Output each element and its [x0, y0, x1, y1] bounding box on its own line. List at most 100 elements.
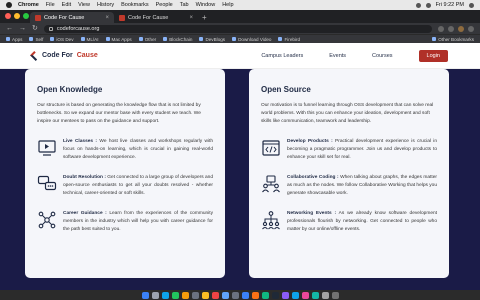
- downloads-icon[interactable]: [321, 291, 329, 299]
- bookmark-other-bookmarks[interactable]: Other Bookmarks: [432, 37, 474, 42]
- music-icon[interactable]: [211, 291, 219, 299]
- bookmark-ml-ai[interactable]: ML/AI: [80, 37, 99, 42]
- finder-icon[interactable]: [141, 291, 149, 299]
- bookmark-blockchain[interactable]: BlockChain: [163, 37, 192, 42]
- bookmark-devblogs[interactable]: DevBlogs: [199, 37, 225, 42]
- clock[interactable]: Fri 9:22 PM: [436, 2, 464, 8]
- nav-events[interactable]: Events: [329, 53, 346, 59]
- extension-icon[interactable]: [448, 25, 454, 32]
- figma-icon[interactable]: [301, 291, 309, 299]
- bookmark-other[interactable]: Other: [138, 37, 156, 42]
- profile-avatar[interactable]: [458, 25, 464, 32]
- bookmarks-bar: Apps Self iOS Dev ML/AI Mac Apps Other B…: [0, 34, 480, 43]
- nav-courses[interactable]: Courses: [372, 53, 392, 59]
- xcode-icon[interactable]: [291, 291, 299, 299]
- folder-icon: [29, 37, 34, 41]
- close-window-icon[interactable]: [5, 13, 11, 19]
- launchpad-icon[interactable]: [151, 291, 159, 299]
- messages-icon[interactable]: [171, 291, 179, 299]
- menu-edit[interactable]: Edit: [62, 2, 71, 8]
- slack-icon[interactable]: [281, 291, 289, 299]
- tab-title: Code For Cause: [128, 14, 169, 21]
- apple-icon[interactable]: [6, 2, 12, 8]
- card-title: Open Knowledge: [37, 85, 103, 94]
- logo-chevron-icon: [30, 50, 40, 61]
- menu-history[interactable]: History: [97, 2, 114, 8]
- reload-icon[interactable]: ↻: [32, 23, 38, 34]
- feature-text: Networking Events : As we already know s…: [287, 210, 437, 234]
- webpage: Code For Cause Campus Leaders Events Cou…: [0, 43, 480, 290]
- star-icon[interactable]: [438, 25, 444, 32]
- photos-icon[interactable]: [181, 291, 189, 299]
- logo-accent-text: Cause: [76, 52, 98, 59]
- status-area: Fri 9:22 PM: [415, 2, 474, 8]
- bookmark-label: Apps: [12, 36, 23, 42]
- terminal-icon[interactable]: [271, 291, 279, 299]
- menu-bookmarks[interactable]: Bookmarks: [121, 2, 149, 8]
- notes-icon[interactable]: [201, 291, 209, 299]
- back-icon[interactable]: ←: [6, 23, 13, 34]
- feature-text: Collaborative Coding : When talking abou…: [287, 174, 437, 198]
- menu-help[interactable]: Help: [222, 2, 233, 8]
- folder-icon: [232, 37, 237, 41]
- monitor-play-icon: [38, 140, 56, 156]
- feature-career-guidance: Career Guidance : Learn from the experie…: [37, 210, 213, 234]
- bookmark-download-video[interactable]: Download Video: [232, 37, 271, 42]
- nav-campus-leaders[interactable]: Campus Leaders: [261, 53, 303, 59]
- tab-strip: Code For Cause × Code For Cause × +: [0, 10, 480, 23]
- forward-icon[interactable]: →: [19, 23, 26, 34]
- feature-heading: Collaborative Coding :: [287, 175, 339, 180]
- trash-icon[interactable]: [331, 291, 339, 299]
- favicon-icon: [35, 14, 41, 21]
- lock-icon[interactable]: [48, 26, 53, 31]
- folder-icon: [432, 37, 437, 41]
- menu-people[interactable]: People: [156, 2, 173, 8]
- site-nav-links: Campus Leaders Events Courses Login: [261, 49, 448, 62]
- bookmark-label: iOS Dev: [56, 36, 74, 42]
- calendar-icon[interactable]: [191, 291, 199, 299]
- site-logo[interactable]: Code For Cause: [30, 50, 98, 61]
- url-text[interactable]: codeforcause.org: [57, 26, 100, 32]
- feature-doubt-resolution: Doubt Resolution : Get connected to a la…: [37, 174, 213, 198]
- settings-icon[interactable]: [231, 291, 239, 299]
- bookmark-apps[interactable]: Apps: [6, 37, 22, 42]
- battery-icon[interactable]: [425, 2, 431, 8]
- feature-text: Develop Products : Practical development…: [287, 138, 437, 162]
- address-bar[interactable]: codeforcause.org: [43, 24, 432, 33]
- bookmark-firebird[interactable]: Firebird: [278, 37, 300, 42]
- firefox-icon[interactable]: [251, 291, 259, 299]
- minimize-window-icon[interactable]: [14, 13, 20, 19]
- toolbar-extensions: [438, 25, 474, 32]
- feature-text: Doubt Resolution : Get connected to a la…: [63, 174, 213, 198]
- app-store-icon[interactable]: [221, 291, 229, 299]
- apps-grid-icon: [6, 37, 10, 41]
- bookmark-self[interactable]: Self: [29, 37, 43, 42]
- more-menu-icon[interactable]: [468, 25, 474, 32]
- safari-icon[interactable]: [161, 291, 169, 299]
- browser-tab-2[interactable]: Code For Cause ×: [114, 12, 198, 23]
- folder-icon: [80, 37, 85, 41]
- feature-text: Career Guidance : Learn from the experie…: [63, 210, 213, 234]
- close-tab-icon[interactable]: ×: [189, 15, 193, 21]
- wifi-icon[interactable]: [415, 2, 421, 8]
- search-icon[interactable]: [469, 2, 474, 8]
- close-tab-icon[interactable]: ×: [105, 15, 109, 21]
- folder-icon: [105, 37, 110, 41]
- spotify-icon[interactable]: [311, 291, 319, 299]
- vscode-icon[interactable]: [241, 291, 249, 299]
- menu-view[interactable]: View: [78, 2, 90, 8]
- bookmark-mac-apps[interactable]: Mac Apps: [105, 37, 132, 42]
- menu-file[interactable]: File: [46, 2, 55, 8]
- chrome-icon[interactable]: [261, 291, 269, 299]
- login-button[interactable]: Login: [418, 49, 448, 62]
- zoom-window-icon[interactable]: [23, 13, 29, 19]
- menu-window[interactable]: Window: [196, 2, 216, 8]
- browser-tab-1[interactable]: Code For Cause ×: [30, 12, 114, 23]
- new-tab-icon[interactable]: +: [202, 12, 207, 23]
- people-network-icon: [38, 211, 56, 229]
- menu-app[interactable]: Chrome: [18, 2, 39, 8]
- menu-tab[interactable]: Tab: [180, 2, 189, 8]
- site-navbar: Code For Cause Campus Leaders Events Cou…: [0, 43, 480, 69]
- bookmark-ios-dev[interactable]: iOS Dev: [50, 36, 74, 42]
- feature-text: Live Classes : We host live classes and …: [63, 138, 213, 162]
